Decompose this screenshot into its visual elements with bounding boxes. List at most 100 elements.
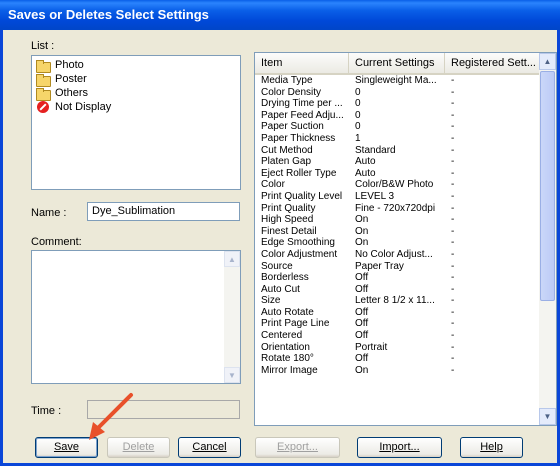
settings-list[interactable]: Photo Poster Others Not Display — [31, 55, 241, 190]
column-header-item[interactable]: Item — [255, 53, 349, 73]
table-row[interactable]: Print Quality Level LEVEL 3 - — [255, 191, 540, 203]
cell-current-setting: Paper Tray — [355, 260, 404, 272]
cell-registered-setting: - — [451, 364, 455, 376]
list-item-poster[interactable]: Poster — [34, 72, 238, 87]
delete-button[interactable]: Delete — [107, 437, 170, 458]
scroll-up-arrow-icon[interactable]: ▲ — [539, 53, 556, 70]
comment-label: Comment: — [31, 236, 82, 248]
column-header-registered[interactable]: Registered Sett... — [445, 53, 540, 73]
scroll-thumb[interactable] — [540, 71, 555, 301]
list-item-label: Not Display — [55, 101, 112, 113]
table-row[interactable]: Orientation Portrait - — [255, 342, 540, 354]
table-row[interactable]: Platen Gap Auto - — [255, 156, 540, 168]
column-header-current[interactable]: Current Settings — [349, 53, 445, 73]
table-row[interactable]: Paper Thickness 1 - — [255, 133, 540, 145]
cell-registered-setting: - — [451, 167, 455, 179]
cell-item: Paper Suction — [261, 121, 324, 133]
cell-item: Auto Rotate — [261, 306, 314, 318]
table-row[interactable]: Media Type Singleweight Ma... - — [255, 75, 540, 87]
cell-registered-setting: - — [451, 214, 455, 226]
cell-item: Color Adjustment — [261, 248, 338, 260]
time-field — [87, 400, 240, 419]
list-item-label: Others — [55, 87, 89, 99]
cell-current-setting: 0 — [355, 109, 361, 121]
table-row[interactable]: Auto Cut Off - — [255, 284, 540, 296]
table-row[interactable]: Auto Rotate Off - — [255, 307, 540, 319]
list-item-label: Photo — [55, 59, 84, 71]
comment-scrollbar[interactable]: ▲ ▼ — [224, 251, 240, 383]
cell-current-setting: Singleweight Ma... — [355, 75, 437, 86]
table-row[interactable]: High Speed On - — [255, 214, 540, 226]
cell-registered-setting: - — [451, 306, 455, 318]
cell-current-setting: On — [355, 214, 369, 226]
comment-field[interactable]: ▲ ▼ — [31, 250, 241, 384]
cell-item: Color Density — [261, 86, 322, 98]
save-button[interactable]: Save — [35, 437, 98, 458]
cell-item: Finest Detail — [261, 225, 317, 237]
cell-registered-setting: - — [451, 260, 455, 272]
help-button[interactable]: Help — [460, 437, 523, 458]
table-row[interactable]: Rotate 180° Off - — [255, 353, 540, 365]
table-row[interactable]: Paper Suction 0 - — [255, 121, 540, 133]
list-item-photo[interactable]: Photo — [34, 58, 238, 73]
cell-item: Rotate 180° — [261, 353, 314, 365]
cell-current-setting: Off — [355, 283, 369, 295]
no-entry-icon — [37, 101, 49, 113]
cancel-button[interactable]: Cancel — [178, 437, 241, 458]
list-item-others[interactable]: Others — [34, 86, 238, 101]
cell-registered-setting: - — [451, 86, 455, 98]
cell-item: Centered — [261, 330, 303, 342]
table-row[interactable]: Eject Roller Type Auto - — [255, 168, 540, 180]
dialog-window: Saves or Deletes Select Settings List : … — [0, 0, 560, 466]
list-item-not-display[interactable]: Not Display — [34, 100, 238, 114]
cell-current-setting: Off — [355, 353, 369, 365]
table-row[interactable]: Cut Method Standard - — [255, 145, 540, 157]
table-row[interactable]: Paper Feed Adju... 0 - — [255, 110, 540, 122]
cell-current-setting: Auto — [355, 167, 376, 179]
table-row[interactable]: Drying Time per ... 0 - — [255, 98, 540, 110]
scroll-down-arrow-icon[interactable]: ▼ — [539, 408, 556, 425]
cell-item: Paper Thickness — [261, 132, 336, 144]
cell-item: Print Page Line — [261, 318, 330, 330]
table-row[interactable]: Print Quality Fine - 720x720dpi - — [255, 203, 540, 215]
table-row[interactable]: Centered Off - — [255, 330, 540, 342]
cell-item: Source — [261, 260, 293, 272]
table-scrollbar[interactable]: ▲ ▼ — [539, 53, 556, 425]
table-row[interactable]: Borderless Off - — [255, 272, 540, 284]
scroll-up-arrow-icon[interactable]: ▲ — [224, 251, 240, 267]
import-button[interactable]: Import... — [357, 437, 442, 458]
cell-registered-setting: - — [451, 341, 455, 353]
cell-item: Size — [261, 295, 281, 307]
settings-table[interactable]: Item Current Settings Registered Sett...… — [254, 52, 557, 426]
table-row[interactable]: Finest Detail On - — [255, 226, 540, 238]
table-row[interactable]: Color Color/B&W Photo - — [255, 179, 540, 191]
name-label: Name : — [31, 207, 67, 219]
name-field[interactable]: Dye_Sublimation — [87, 202, 240, 221]
cell-item: Orientation — [261, 341, 310, 353]
cell-current-setting: Off — [355, 306, 369, 318]
table-row[interactable]: Color Adjustment No Color Adjust... - — [255, 249, 540, 261]
scroll-down-arrow-icon[interactable]: ▼ — [224, 367, 240, 383]
cell-item: Edge Smoothing — [261, 237, 335, 249]
table-row[interactable]: Edge Smoothing On - — [255, 237, 540, 249]
cell-current-setting: Off — [355, 330, 369, 342]
title-bar[interactable]: Saves or Deletes Select Settings — [0, 0, 560, 30]
cell-item: Eject Roller Type — [261, 167, 337, 179]
cell-registered-setting: - — [451, 109, 455, 121]
cell-current-setting: LEVEL 3 — [355, 190, 395, 202]
cell-item: Cut Method — [261, 144, 313, 156]
cell-item: Drying Time per ... — [261, 98, 343, 110]
table-row[interactable]: Color Density 0 - — [255, 87, 540, 99]
export-button[interactable]: Export... — [255, 437, 340, 458]
cell-registered-setting: - — [451, 330, 455, 342]
table-row[interactable]: Source Paper Tray - — [255, 261, 540, 273]
cell-current-setting: Off — [355, 272, 369, 284]
cell-registered-setting: - — [451, 179, 455, 191]
table-row[interactable]: Size Letter 8 1/2 x 11... - — [255, 295, 540, 307]
cell-current-setting: 0 — [355, 121, 361, 133]
cell-registered-setting: - — [451, 202, 455, 214]
table-row[interactable]: Print Page Line Off - — [255, 318, 540, 330]
table-row[interactable]: Mirror Image On - — [255, 365, 540, 377]
table-body: Media Type Singleweight Ma... - Color Densi… — [255, 75, 540, 376]
cell-registered-setting: - — [451, 156, 455, 168]
